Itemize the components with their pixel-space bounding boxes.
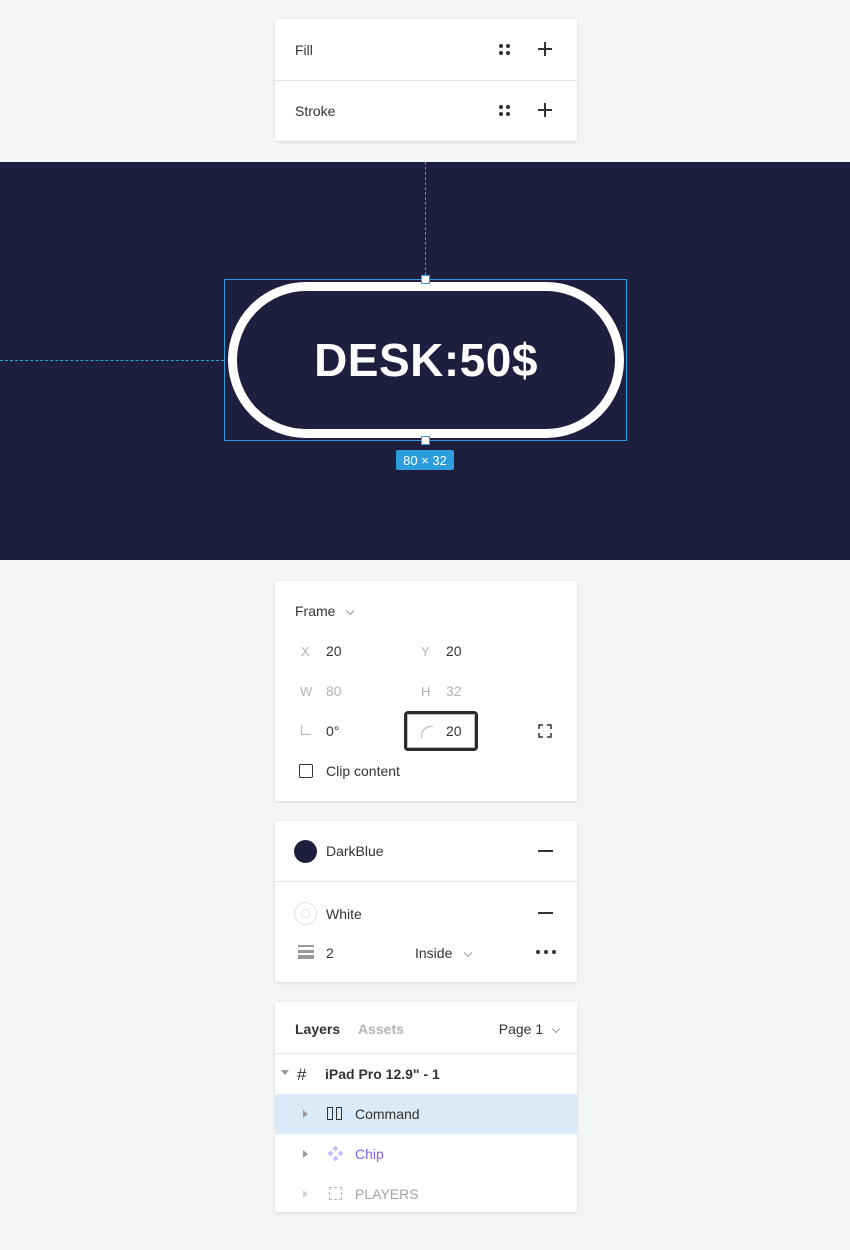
layer-item-command[interactable]: Command (275, 1094, 577, 1134)
stroke-position-dropdown[interactable]: Inside (415, 945, 473, 961)
page-dropdown[interactable]: Page 1 (498, 1021, 561, 1037)
x-input[interactable]: 20 (326, 643, 342, 659)
stroke-label: Stroke (295, 103, 336, 119)
top-resize-handle[interactable] (421, 275, 430, 284)
layer-root-name: iPad Pro 12.9" - 1 (325, 1066, 440, 1082)
add-fill-icon[interactable] (538, 42, 552, 56)
style-panel: DarkBlue White 2 Inside (275, 821, 577, 982)
chevron-down-icon (464, 948, 473, 958)
corner-radius-icon (421, 726, 433, 738)
layer-name: Chip (355, 1146, 384, 1162)
vertical-guide (425, 162, 426, 280)
w-input[interactable]: 80 (326, 683, 342, 699)
bottom-resize-handle[interactable] (421, 436, 430, 445)
remove-fill-icon[interactable] (538, 850, 553, 852)
frame-dropdown[interactable]: Frame (295, 603, 355, 619)
group-dashed-icon (329, 1187, 342, 1200)
independent-corners-icon[interactable] (538, 724, 552, 738)
fill-style-name: DarkBlue (326, 843, 384, 859)
stroke-position-value: Inside (415, 945, 453, 961)
corner-radius-field[interactable]: 20 (404, 711, 478, 751)
stroke-weight-icon (298, 945, 314, 959)
fill-stroke-panel: Fill Stroke (275, 19, 577, 141)
stroke-style-name: White (326, 906, 362, 922)
layer-item-players[interactable]: PLAYERS (275, 1174, 577, 1212)
h-input[interactable]: 32 (446, 683, 462, 699)
layer-item-chip[interactable]: Chip (275, 1134, 577, 1174)
layer-name: PLAYERS (355, 1186, 419, 1202)
collapse-triangle-icon[interactable] (281, 1070, 289, 1075)
page-name: Page 1 (498, 1021, 544, 1037)
h-label: H (421, 684, 431, 699)
expand-triangle-icon[interactable] (303, 1110, 308, 1118)
layers-panel: Layers Assets Page 1 # iPad Pro 12.9" - … (275, 1002, 577, 1212)
horizontal-guide (0, 360, 224, 361)
fill-styles-icon[interactable] (499, 44, 511, 56)
rotation-icon (301, 725, 311, 735)
more-options-icon[interactable] (536, 950, 556, 954)
y-label: Y (421, 644, 430, 659)
tab-layers[interactable]: Layers (295, 1021, 340, 1037)
frame-title: Frame (295, 603, 336, 619)
component-icon (328, 1146, 343, 1161)
selection-box (224, 279, 627, 441)
stroke-settings-row: 2 Inside (275, 932, 577, 972)
clip-content-checkbox[interactable] (299, 764, 313, 778)
add-stroke-icon[interactable] (538, 103, 552, 117)
rotation-input[interactable]: 0° (326, 723, 339, 739)
fill-label: Fill (295, 41, 313, 58)
design-canvas[interactable]: DESK:50$ 80 × 32 (0, 162, 850, 560)
fill-swatch[interactable] (294, 840, 317, 863)
chevron-down-icon (551, 1024, 561, 1034)
chevron-down-icon (346, 606, 355, 616)
y-input[interactable]: 20 (446, 643, 462, 659)
expand-triangle-icon[interactable] (303, 1150, 308, 1158)
layer-name: Command (355, 1106, 420, 1122)
frame-hash-icon: # (297, 1065, 307, 1084)
expand-triangle-icon[interactable] (303, 1190, 308, 1198)
tab-assets[interactable]: Assets (358, 1021, 404, 1037)
clip-content-label: Clip content (326, 763, 400, 779)
stroke-style-row[interactable]: White (275, 882, 577, 932)
columns-layout-icon (327, 1107, 343, 1120)
size-badge: 80 × 32 (396, 450, 454, 470)
fill-style-row[interactable]: DarkBlue (275, 821, 577, 881)
x-label: X (301, 644, 310, 659)
stroke-section: Stroke (275, 81, 577, 141)
frame-panel: Frame X 20 Y 20 W 80 H 32 0° 20 Clip con… (275, 581, 577, 801)
layer-root[interactable]: # iPad Pro 12.9" - 1 (275, 1054, 577, 1094)
w-label: W (300, 684, 313, 699)
remove-stroke-icon[interactable] (538, 912, 553, 914)
fill-section: Fill (275, 19, 577, 80)
corner-radius-input[interactable]: 20 (446, 723, 462, 739)
stroke-swatch[interactable] (294, 902, 317, 925)
stroke-weight-input[interactable]: 2 (326, 945, 334, 961)
stroke-styles-icon[interactable] (499, 105, 511, 117)
